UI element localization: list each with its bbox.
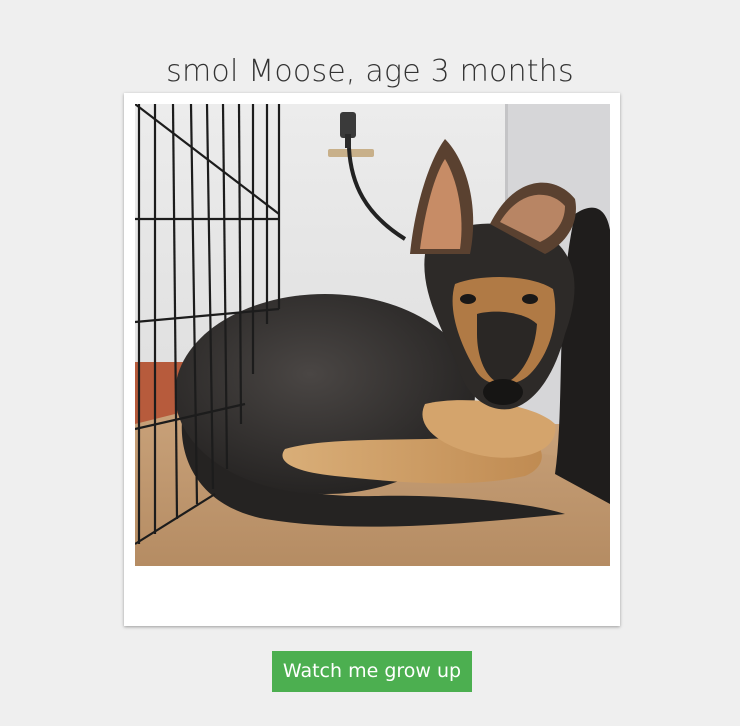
- photo-frame: [124, 93, 620, 626]
- page: smol Moose, age 3 months Watch me grow u…: [0, 0, 740, 726]
- puppy-photo: [135, 104, 610, 566]
- page-title: smol Moose, age 3 months: [166, 54, 574, 90]
- watch-me-grow-up-button[interactable]: Watch me grow up: [272, 651, 472, 692]
